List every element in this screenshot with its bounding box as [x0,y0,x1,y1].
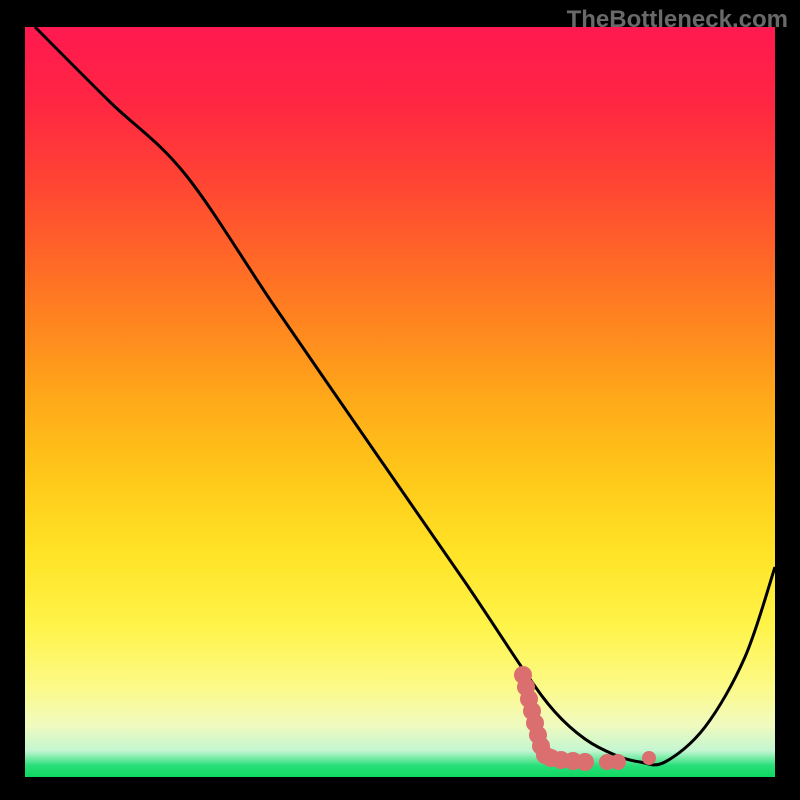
chart-container [25,27,775,777]
highlight-dot [610,754,626,770]
bottleneck-chart [25,27,775,777]
highlight-dot [642,751,656,765]
highlight-dot [576,753,594,771]
watermark-text: TheBottleneck.com [567,6,788,34]
gradient-background [25,27,775,777]
